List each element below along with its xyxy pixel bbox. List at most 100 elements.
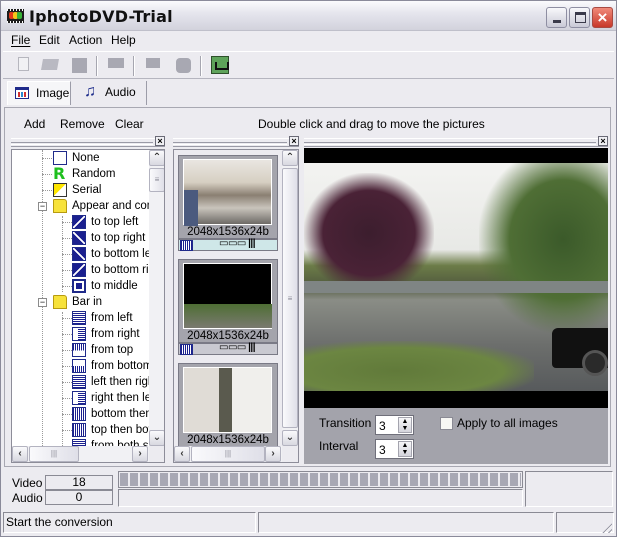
remove-button[interactable]: Remove [60,117,105,131]
tree-item-label: Bar in [72,296,103,308]
thumbnail-image [183,159,272,226]
shopping-cart-icon [211,56,229,74]
thumbnail-item[interactable]: 2048x1536x24b [178,155,278,239]
tree-item-label: None [72,152,100,164]
scroll-thumb[interactable]: ≡ [149,168,164,192]
menu-help-label: Help [111,33,136,47]
video-count-label: Video [12,476,43,490]
tree-item-label: Random [72,168,116,180]
apply-all-checkbox[interactable] [440,417,453,430]
preview-pane-gripper[interactable]: × [304,136,608,147]
tree-item-label: from left [91,312,133,324]
interval-spinner[interactable]: 3 ▲ ▼ [375,439,414,459]
effects-tree: None R Random Serial − Appear and con to… [11,149,165,463]
bar-right-then-left-icon [72,391,86,405]
scroll-right-button[interactable]: › [265,446,281,462]
folder-icon [53,295,67,309]
preview-photo [304,163,608,391]
tree-item-label: to top right [91,232,146,244]
collapse-toggle[interactable]: − [38,298,47,307]
scroll-down-button[interactable]: ⌄ [282,430,298,446]
bar-left-then-right-icon [72,375,86,389]
thumbs-pane-close-button[interactable]: × [289,136,299,146]
status-bar: Start the conversion [3,510,614,535]
open-button[interactable] [39,55,61,75]
image-grid-icon [15,87,29,99]
thumbnail-resolution: 2048x1536x24b [187,434,269,446]
transition-spinner[interactable]: 3 ▲ ▼ [375,415,414,435]
menu-file-label: File [11,33,31,47]
toolbar-separator [133,56,135,76]
close-icon: × [597,8,608,27]
tree-item-label: bottom then [91,408,152,420]
video-count: 18 [45,475,113,490]
scroll-up-button[interactable]: ⌃ [282,150,298,166]
clear-button[interactable]: Clear [115,117,144,131]
tree-item-label: to middle [91,280,138,292]
save-button[interactable] [69,55,91,75]
status-message: Start the conversion [3,512,256,533]
folder-icon [53,199,67,213]
effects-pane-close-button[interactable]: × [155,136,165,146]
collapse-toggle[interactable]: − [38,202,47,211]
thumbnail-effect-bar[interactable]: ▭▭▭ ||| [178,342,278,355]
status-cell [258,512,554,533]
menu-action[interactable]: Action [69,33,102,47]
tab-image[interactable]: Image [7,81,71,105]
toolbar [3,51,614,79]
effects-pane-gripper[interactable]: × [11,136,165,147]
menu-edit[interactable]: Edit [39,33,60,47]
thumbs-vertical-scrollbar[interactable]: ⌃ ≡ ⌄ [282,150,298,446]
thumbnail-item[interactable]: 2048x1536x24b [178,363,278,447]
thumbnail-effect-bar[interactable]: ▭▭▭ ||| [178,238,278,251]
thumbnail-resolution: 2048x1536x24b [187,226,269,238]
tree-vertical-scrollbar[interactable]: ⌃ ≡ ⌄ [149,150,164,446]
scroll-right-button[interactable]: › [132,446,148,462]
monitor-icon [108,58,124,68]
apply-all-label[interactable]: Apply to all images [457,416,558,430]
bar-from-left-icon [72,311,86,325]
scroll-up-button[interactable]: ⌃ [149,150,164,166]
thumbs-horizontal-scrollbar[interactable]: ‹ ||| › [174,446,282,462]
transition-bottom-left-icon [72,247,86,261]
title-bar[interactable]: IphotoDVD-Trial × [1,1,616,31]
scroll-left-button[interactable]: ‹ [174,446,190,462]
transition-middle-icon [72,279,86,293]
screen-button[interactable] [143,55,165,75]
bar-transition-icon [180,240,193,251]
tree-horizontal-scrollbar[interactable]: ‹ ||| › [12,446,149,462]
buy-button[interactable] [209,55,231,75]
scroll-down-button[interactable]: ⌄ [149,430,164,446]
preview-button[interactable] [105,55,127,75]
new-button[interactable] [13,55,35,75]
thumbs-pane-gripper[interactable]: × [173,136,299,147]
transition-label: Transition [319,416,372,430]
drag-hint: Double click and drag to move the pictur… [258,117,485,131]
menu-file[interactable]: File [11,33,30,47]
minimize-button[interactable] [546,7,567,28]
conversion-progress-bar [118,471,523,488]
scroll-thumb[interactable]: ≡ [282,168,298,428]
spinner-arrows[interactable]: ▲ ▼ [398,417,412,433]
menu-bar: File Edit Action Help [3,32,614,50]
image-preview [304,148,608,408]
maximize-button[interactable] [569,7,590,28]
thumbnail-item[interactable]: 2048x1536x24b [178,259,278,343]
scroll-left-button[interactable]: ‹ [12,446,28,462]
window-title: IphotoDVD-Trial [29,7,173,26]
spinner-arrows[interactable]: ▲ ▼ [398,441,412,457]
add-button[interactable]: Add [24,117,45,131]
music-note-icon: ♫ [84,83,96,100]
scroll-thumb[interactable]: ||| [191,446,265,462]
menu-help[interactable]: Help [111,33,136,47]
tab-audio[interactable]: ♫ Audio [77,81,147,105]
tab-audio-label: Audio [105,85,136,99]
preview-pane-close-button[interactable]: × [598,136,608,146]
scroll-thumb[interactable]: ||| [29,446,79,462]
secondary-progress-area [118,489,523,507]
tree-item-label: top then bot [91,424,152,436]
transition-bottom-right-icon [72,263,86,277]
burn-button[interactable] [172,55,194,75]
tree-item-label: from bottom [91,360,153,372]
close-button[interactable]: × [592,7,613,28]
